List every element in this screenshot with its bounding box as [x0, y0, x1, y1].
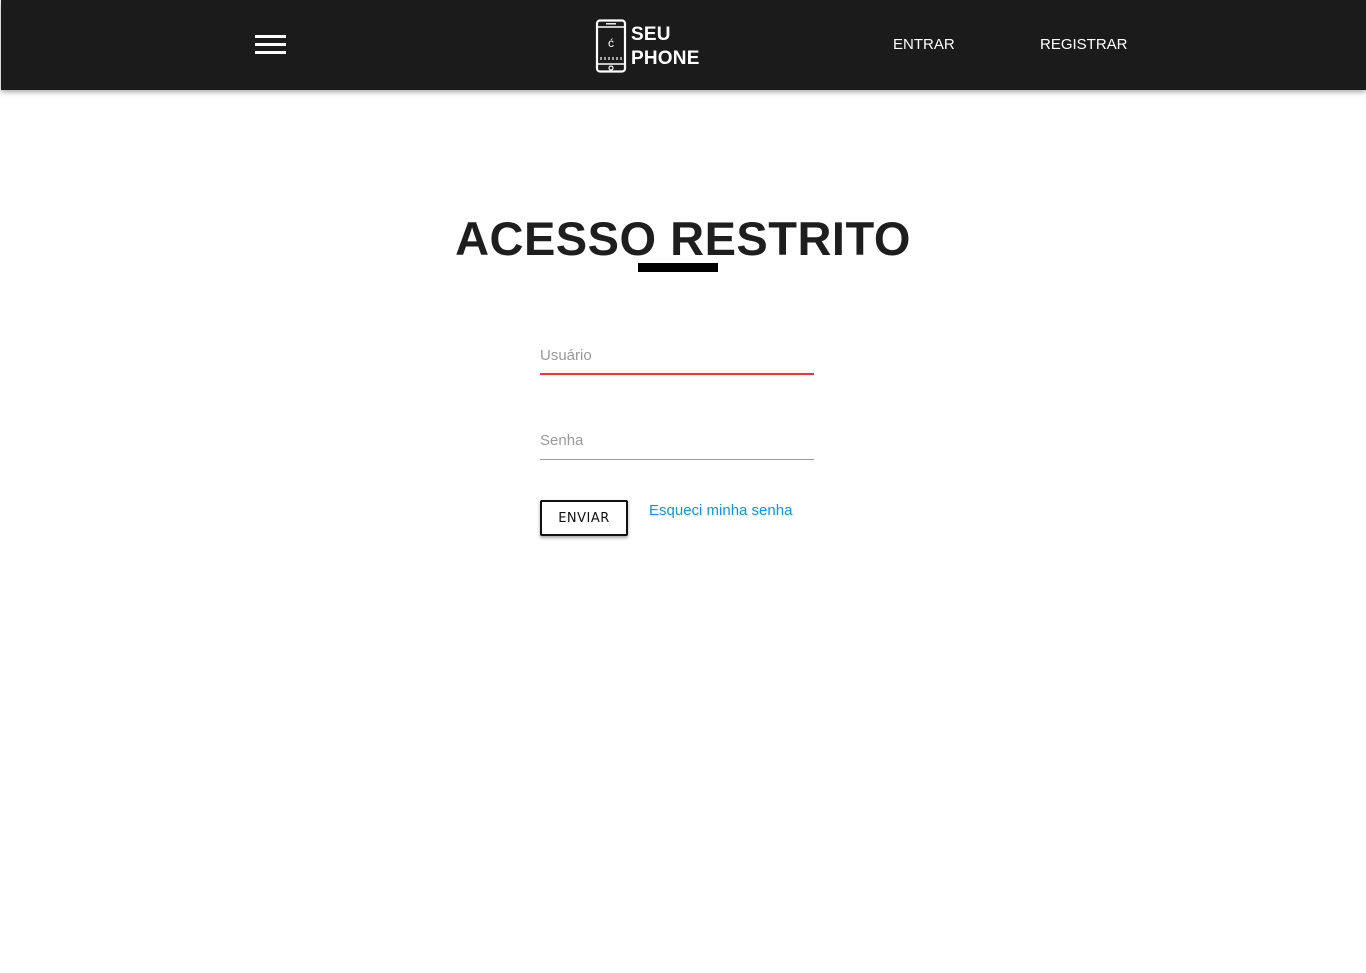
nav-login-link[interactable]: ENTRAR — [893, 36, 955, 54]
page-title: ACESSO RESTRITO — [455, 212, 911, 265]
hamburger-line — [255, 51, 286, 54]
smartphone-icon: ć — [595, 19, 627, 73]
username-field — [540, 335, 814, 375]
svg-text:ć: ć — [608, 36, 614, 50]
brand-logo[interactable]: ć SEU PHONE — [595, 19, 705, 73]
top-navbar: ć SEU PHONE ENTRAR REGISTRAR — [1, 0, 1366, 90]
brand-name-line1: SEU — [631, 24, 671, 45]
hamburger-line — [255, 43, 286, 46]
username-input[interactable] — [540, 335, 814, 375]
brand-name: SEU PHONE — [631, 23, 700, 71]
nav-register-link[interactable]: REGISTRAR — [1040, 36, 1128, 54]
hamburger-menu-icon[interactable] — [255, 33, 287, 57]
title-underline-decoration — [638, 263, 718, 272]
hamburger-line — [255, 35, 286, 38]
password-input[interactable] — [540, 420, 814, 460]
password-field — [540, 420, 814, 460]
forgot-password-link[interactable]: Esqueci minha senha — [649, 502, 792, 520]
submit-button[interactable]: ENVIAR — [540, 500, 628, 536]
brand-name-line2: PHONE — [631, 48, 700, 69]
